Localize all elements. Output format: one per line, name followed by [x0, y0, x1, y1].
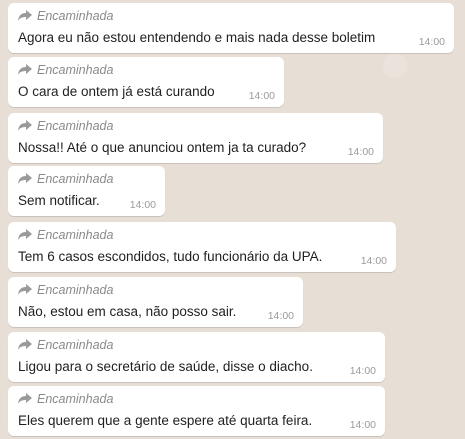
- forwarded-arrow-icon: [18, 393, 32, 405]
- message-bubble[interactable]: Encaminhada Nossa!! Até o que anunciou o…: [8, 113, 383, 163]
- message-time: 14:00: [418, 36, 445, 48]
- forwarded-arrow-icon: [18, 120, 32, 132]
- forwarded-arrow-icon: [18, 284, 32, 296]
- forwarded-text: Encaminhada: [37, 63, 114, 77]
- message-text: Tem 6 casos escondidos, tudo funcionário…: [18, 249, 323, 264]
- message-text: Sem notificar.: [18, 193, 100, 208]
- message-bubble[interactable]: Encaminhada Ligou para o secretário de s…: [8, 332, 385, 382]
- message-text: Eles querem que a gente espere até quart…: [18, 413, 313, 428]
- message-text: O cara de ontem já está curando: [18, 84, 215, 99]
- forwarded-arrow-icon: [18, 173, 32, 185]
- message-text: Nossa!! Até o que anunciou ontem ja ta c…: [18, 140, 307, 155]
- forwarded-label: Encaminhada: [18, 118, 113, 134]
- message-time: 14:00: [248, 90, 275, 102]
- forwarded-label: Encaminhada: [18, 227, 113, 243]
- forwarded-label: Encaminhada: [18, 62, 113, 78]
- message-time: 14:00: [360, 255, 387, 267]
- forwarded-arrow-icon: [18, 64, 32, 76]
- message-text: Ligou para o secretário de saúde, disse …: [18, 359, 313, 374]
- forwarded-arrow-icon: [18, 10, 32, 22]
- message-bubble[interactable]: Encaminhada O cara de ontem já está cura…: [8, 57, 284, 107]
- forwarded-label: Encaminhada: [18, 282, 113, 298]
- message-time: 14:00: [349, 365, 376, 377]
- forwarded-text: Encaminhada: [37, 9, 114, 23]
- chat-background: Encaminhada Agora eu não estou entendend…: [0, 0, 465, 439]
- forwarded-text: Encaminhada: [37, 228, 114, 242]
- message-bubble[interactable]: Encaminhada Tem 6 casos escondidos, tudo…: [8, 222, 396, 272]
- forwarded-label: Encaminhada: [18, 391, 113, 407]
- message-bubble[interactable]: Encaminhada Sem notificar. 14:00: [8, 166, 165, 216]
- forwarded-arrow-icon: [18, 339, 32, 351]
- message-time: 14:00: [267, 310, 294, 322]
- message-bubble[interactable]: Encaminhada Não, estou em casa, não poss…: [8, 277, 303, 327]
- forwarded-label: Encaminhada: [18, 337, 113, 353]
- message-text: Não, estou em casa, não posso sair.: [18, 304, 237, 319]
- message-text: Agora eu não estou entendendo e mais nad…: [18, 30, 376, 45]
- message-time: 14:00: [349, 419, 376, 431]
- message-time: 14:00: [129, 199, 156, 211]
- message-time: 14:00: [347, 146, 374, 158]
- forwarded-text: Encaminhada: [37, 119, 114, 133]
- message-bubble[interactable]: Encaminhada Eles querem que a gente espe…: [8, 386, 385, 436]
- forwarded-text: Encaminhada: [37, 338, 114, 352]
- forwarded-text: Encaminhada: [37, 283, 114, 297]
- message-bubble[interactable]: Encaminhada Agora eu não estou entendend…: [8, 3, 454, 53]
- forwarded-label: Encaminhada: [18, 8, 113, 24]
- forwarded-label: Encaminhada: [18, 171, 113, 187]
- forwarded-arrow-icon: [18, 229, 32, 241]
- forwarded-text: Encaminhada: [37, 172, 114, 186]
- forwarded-text: Encaminhada: [37, 392, 114, 406]
